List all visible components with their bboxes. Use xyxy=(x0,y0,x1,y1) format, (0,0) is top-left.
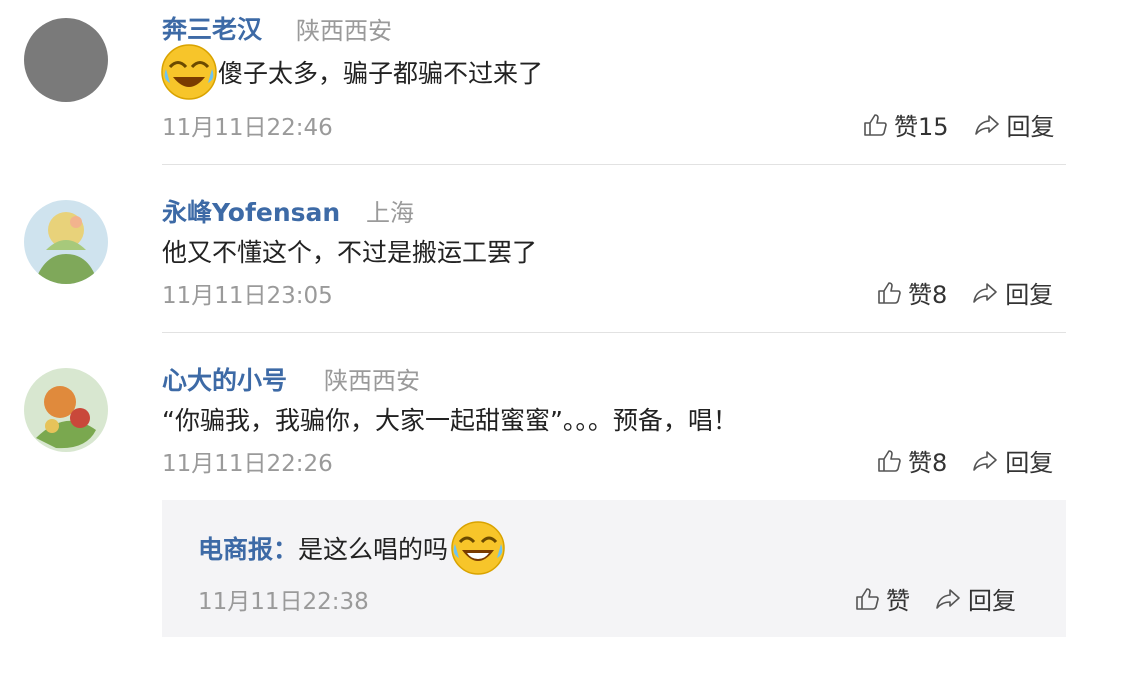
reply-text: 电商报： 是这么唱的吗 xyxy=(198,521,506,575)
like-count: 赞15 xyxy=(894,113,949,141)
comment-item: 奔三老汉 陕西西安 傻子太多，骗子都骗不过来了 11月11日22:46 赞15 … xyxy=(0,0,1124,165)
comment-list: 奔三老汉 陕西西安 傻子太多，骗子都骗不过来了 11月11日22:46 赞15 … xyxy=(0,0,1124,686)
like-button[interactable]: 赞8 xyxy=(876,443,947,478)
comment-time: 11月11日22:26 xyxy=(162,451,333,477)
reply-time: 11月11日22:38 xyxy=(198,589,369,615)
reply-button[interactable]: 回复 xyxy=(934,581,1016,616)
comment-text: 他又不懂这个，不过是搬运工罢了 xyxy=(162,238,538,267)
comment-location: 陕西西安 xyxy=(324,367,420,395)
thumbs-up-icon xyxy=(856,587,879,610)
reply-button[interactable]: 回复 xyxy=(971,443,1053,478)
reply-button[interactable]: 回复 xyxy=(973,107,1055,142)
like-label: 赞 xyxy=(886,587,910,615)
comment-time: 11月11日22:46 xyxy=(162,115,333,141)
share-arrow-icon xyxy=(936,588,960,609)
reply-box: 电商报： 是这么唱的吗 11月11日22:38 赞 回复 xyxy=(162,500,1066,637)
thumbs-up-icon xyxy=(864,113,887,136)
share-arrow-icon xyxy=(973,282,998,303)
comment-username[interactable]: 心大的小号 xyxy=(162,361,287,397)
comment-actions: 赞8 回复 xyxy=(876,275,1053,310)
like-button[interactable]: 赞8 xyxy=(876,275,947,310)
comment-actions: 赞8 回复 xyxy=(876,443,1053,478)
reply-button[interactable]: 回复 xyxy=(971,275,1053,310)
comment-text: 傻子太多，骗子都骗不过来了 xyxy=(161,44,543,100)
reply-label: 回复 xyxy=(1005,281,1054,309)
avatar[interactable] xyxy=(24,18,108,102)
reply-actions: 赞 回复 xyxy=(854,581,1016,616)
like-count: 赞8 xyxy=(908,449,948,477)
comment-item: 心大的小号 陕西西安 “你骗我，我骗你，大家一起甜蜜蜜”。。。预备，唱！ 11月… xyxy=(0,333,1124,500)
thumbs-up-icon xyxy=(878,281,901,304)
crying-laughing-emoji-icon xyxy=(160,43,218,101)
reply-label: 回复 xyxy=(1006,113,1055,141)
comment-time: 11月11日23:05 xyxy=(162,283,333,309)
comment-username[interactable]: 永峰Yofensan xyxy=(162,193,340,229)
like-count: 赞8 xyxy=(908,281,948,309)
comment-text: “你骗我，我骗你，大家一起甜蜜蜜”。。。预备，唱！ xyxy=(162,406,738,435)
share-arrow-icon xyxy=(973,450,998,471)
reply-author[interactable]: 电商报： xyxy=(198,530,298,566)
comment-location: 陕西西安 xyxy=(296,17,392,45)
share-arrow-icon xyxy=(974,114,999,135)
avatar[interactable] xyxy=(24,368,108,452)
comment-item: 永峰Yofensan 上海 他又不懂这个，不过是搬运工罢了 11月11日23:0… xyxy=(0,165,1124,333)
reply-label: 回复 xyxy=(968,587,1016,615)
reply-label: 回复 xyxy=(1005,449,1054,477)
like-button[interactable]: 赞15 xyxy=(862,107,949,142)
comment-username[interactable]: 奔三老汉 xyxy=(162,10,262,46)
comment-location: 上海 xyxy=(366,199,414,227)
comment-actions: 赞15 回复 xyxy=(862,107,1055,142)
thumbs-up-icon xyxy=(878,449,901,472)
avatar[interactable] xyxy=(24,200,108,284)
laughing-emoji-icon xyxy=(450,520,506,576)
like-button[interactable]: 赞 xyxy=(854,581,910,616)
